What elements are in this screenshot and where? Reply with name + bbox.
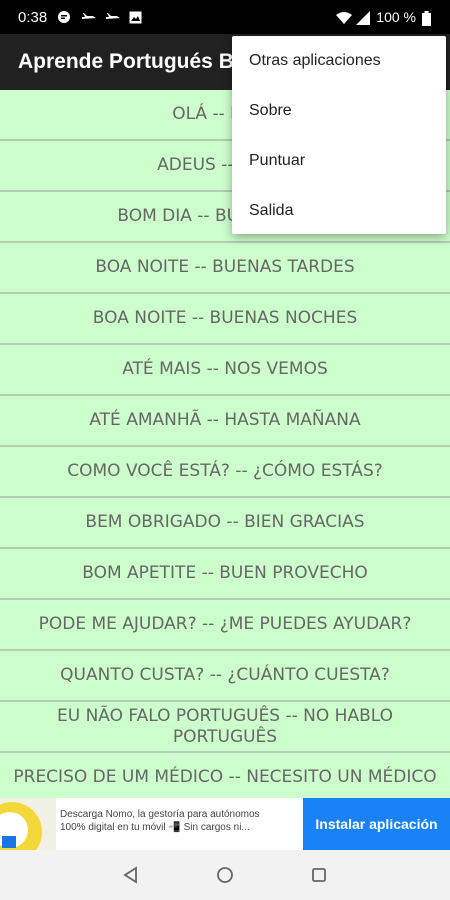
home-button[interactable] [213,863,237,887]
list-item[interactable]: BEM OBRIGADO -- BIEN GRACIAS [0,498,450,549]
list-item[interactable]: BOA NOITE -- BUENAS TARDES [0,243,450,294]
navigation-bar [0,850,450,900]
ad-banner[interactable]: Descarga Nomo, la gestoría para autónomo… [0,798,450,850]
ad-logo [0,798,56,850]
status-time: 0:38 [18,8,48,26]
overflow-menu: Otras aplicaciones Sobre Puntuar Salida [232,36,446,234]
back-button[interactable] [119,863,143,887]
list-item[interactable]: QUANTO CUSTA? -- ¿CUÁNTO CUESTA? [0,651,450,702]
list-item[interactable]: PODE ME AJUDAR? -- ¿ME PUEDES AYUDAR? [0,600,450,651]
list-item[interactable]: BOA NOITE -- BUENAS NOCHES [0,294,450,345]
ad-text-line1: Descarga Nomo, la gestoría para autónomo… [60,809,260,820]
install-app-button[interactable]: Instalar aplicación [303,798,450,850]
wifi-icon [336,11,353,24]
airplane-icon [105,11,121,23]
airplane-icon [81,11,97,23]
chat-icon [57,11,71,23]
battery-percentage: 100 % [376,9,416,25]
recents-button[interactable] [307,863,331,887]
menu-item-exit[interactable]: Salida [232,186,446,236]
menu-item-about[interactable]: Sobre [232,86,446,136]
list-item[interactable]: ATÉ MAIS -- NOS VEMOS [0,345,450,396]
list-item[interactable]: ATÉ AMANHÃ -- HASTA MAÑANA [0,396,450,447]
recents-icon [312,868,326,882]
list-item[interactable]: BOM APETITE -- BUEN PROVECHO [0,549,450,600]
ad-text-line2: 100% digital en tu móvil 📲 Sin cargos ni… [60,822,250,833]
app-title: Aprende Portugués Ba [18,50,246,73]
list-item[interactable]: PRECISO DE UM MÉDICO -- NECESITO UN MÉDI… [0,753,450,798]
status-bar: 0:38 100 % [0,0,450,34]
back-icon [123,866,137,884]
signal-icon [356,11,371,25]
ad-text: Descarga Nomo, la gestoría para autónomo… [56,798,303,850]
home-icon [217,867,233,883]
ad-choices-icon[interactable] [2,836,16,848]
battery-icon [422,11,436,26]
list-item[interactable]: EU NÃO FALO PORTUGUÊS -- NO HABLO PORTUG… [0,702,450,753]
list-item[interactable]: COMO VOCÊ ESTÁ? -- ¿CÓMO ESTÁS? [0,447,450,498]
image-icon [129,11,143,24]
menu-item-rate[interactable]: Puntuar [232,136,446,186]
menu-item-other-apps[interactable]: Otras aplicaciones [232,36,446,86]
